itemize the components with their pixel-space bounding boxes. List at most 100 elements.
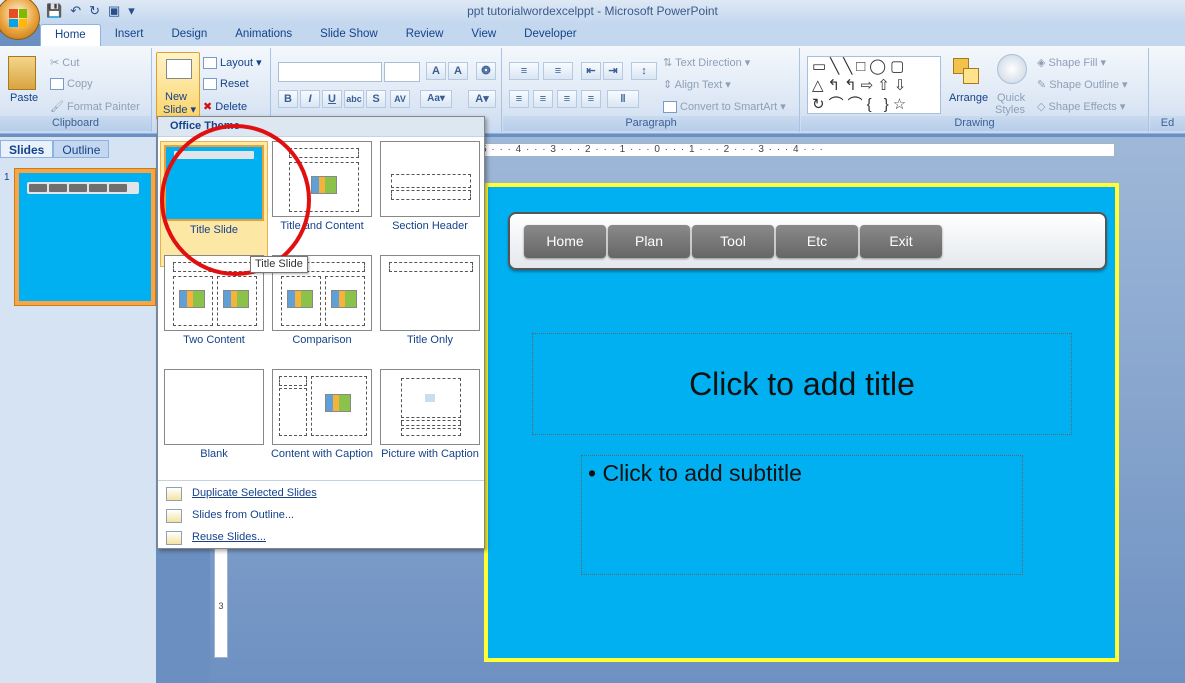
font-size-combo[interactable] <box>384 62 420 82</box>
tab-outline[interactable]: Outline <box>53 140 110 158</box>
align-left-icon[interactable]: ≡ <box>509 90 529 108</box>
slide-thumbnail-preview <box>19 173 151 301</box>
bullets-icon[interactable]: ≡ <box>509 62 539 80</box>
layout-button[interactable]: Layout ▾ <box>203 56 262 70</box>
paste-button[interactable]: Paste <box>10 92 38 104</box>
new-slide-button[interactable]: New Slide ▾ <box>156 52 200 120</box>
line-spacing-icon[interactable]: ↕ <box>631 62 657 80</box>
paragraph-group-label: Paragraph <box>503 116 799 131</box>
nav-home-button[interactable]: Home <box>524 225 606 258</box>
align-text-button[interactable]: ⇕ Align Text ▾ <box>663 78 731 91</box>
text-direction-icon: ⇅ <box>663 57 676 69</box>
nav-etc-button[interactable]: Etc <box>776 225 858 258</box>
tab-slides[interactable]: Slides <box>0 140 54 158</box>
layout-preview <box>164 255 264 331</box>
subtitle-placeholder[interactable]: • Click to add subtitle <box>581 455 1023 575</box>
strikethrough-icon[interactable]: abc <box>344 90 364 108</box>
layout-blank[interactable]: Blank <box>160 369 268 460</box>
paint-bucket-icon: ◈ <box>1037 57 1049 69</box>
window-title: ppt tutorialwordexcelppt - Microsoft Pow… <box>467 4 718 18</box>
align-right-icon[interactable]: ≡ <box>557 90 577 108</box>
numbering-icon[interactable]: ≡ <box>543 62 573 80</box>
editing-group-label: Ed <box>1150 116 1185 131</box>
shape-outline-button[interactable]: ✎ Shape Outline ▾ <box>1037 78 1128 91</box>
tab-view[interactable]: View <box>457 24 510 46</box>
bold-icon[interactable]: B <box>278 90 298 108</box>
reset-icon <box>203 78 217 91</box>
tab-developer[interactable]: Developer <box>510 24 590 46</box>
shape-fill-button[interactable]: ◈ Shape Fill ▾ <box>1037 56 1106 69</box>
drawing-group-label: Drawing <box>801 116 1148 131</box>
clear-formatting-icon[interactable]: ❂ <box>476 62 496 80</box>
nav-exit-button[interactable]: Exit <box>860 225 942 258</box>
align-center-icon[interactable]: ≡ <box>533 90 553 108</box>
layout-content-with-caption[interactable]: Content with Caption <box>268 369 376 460</box>
shape-effects-button[interactable]: ◇ Shape Effects ▾ <box>1037 100 1125 113</box>
text-direction-button[interactable]: ⇅ Text Direction ▾ <box>663 56 750 69</box>
change-case-icon[interactable]: Aa▾ <box>420 90 452 108</box>
font-name-combo[interactable] <box>278 62 382 82</box>
convert-smartart-button[interactable]: Convert to SmartArt ▾ <box>663 100 786 114</box>
new-slide-label-1: New <box>165 91 188 103</box>
thumbnail-navbar <box>27 182 139 194</box>
format-painter-button[interactable]: 🖌 Format Painter <box>50 100 140 113</box>
underline-icon[interactable]: U <box>322 90 342 108</box>
arrange-icon[interactable] <box>949 56 985 90</box>
italic-icon[interactable]: I <box>300 90 320 108</box>
title-placeholder[interactable]: Click to add title <box>532 333 1072 435</box>
reuse-slides-menu-item[interactable]: Reuse Slides... <box>158 527 484 549</box>
delete-button[interactable]: ✖ Delete <box>203 100 247 113</box>
arrange-button[interactable]: Arrange <box>949 92 988 104</box>
shrink-font-icon[interactable]: A <box>448 62 468 80</box>
cut-button[interactable]: ✂ Cut <box>50 56 79 69</box>
layout-label: Content with Caption <box>270 448 374 460</box>
nav-plan-button[interactable]: Plan <box>608 225 690 258</box>
layout-title-and-content[interactable]: Title and Content <box>268 141 376 232</box>
quick-styles-label-2[interactable]: Styles <box>995 104 1025 116</box>
scissors-icon: ✂ <box>50 57 63 69</box>
tab-home[interactable]: Home <box>40 24 101 47</box>
char-spacing-icon[interactable]: AV <box>390 90 410 108</box>
tab-insert[interactable]: Insert <box>101 24 158 46</box>
copy-button[interactable]: Copy <box>50 78 93 91</box>
slide-thumbnail[interactable] <box>14 168 156 306</box>
increase-indent-icon[interactable]: ⇥ <box>603 62 623 80</box>
grow-font-icon[interactable]: A <box>426 62 446 80</box>
office-logo-icon <box>9 9 27 27</box>
layout-preview <box>380 369 480 445</box>
decrease-indent-icon[interactable]: ⇤ <box>581 62 601 80</box>
new-slide-dropdown: Office Theme Title Slide Title and Conte… <box>157 116 485 549</box>
nav-tool-button[interactable]: Tool <box>692 225 774 258</box>
paste-icon[interactable] <box>8 56 36 90</box>
reset-button[interactable]: Reset <box>203 78 249 91</box>
tab-design[interactable]: Design <box>157 24 221 46</box>
layout-label: Blank <box>200 448 228 460</box>
layout-section-header[interactable]: Section Header <box>376 141 484 232</box>
duplicate-slides-menu-item[interactable]: Duplicate Selected Slides <box>158 483 484 505</box>
shapes-gallery[interactable]: ▭╲╲□◯▢ △↰↰⇨⇧⇩ ↻⌒⌒{ }☆ <box>807 56 941 114</box>
tab-animations[interactable]: Animations <box>221 24 306 46</box>
vertical-ruler: 3 <box>214 530 228 658</box>
quick-styles-label-1[interactable]: Quick <box>997 92 1025 104</box>
slides-from-outline-menu-item[interactable]: Slides from Outline... <box>158 505 484 527</box>
layout-label: Two Content <box>183 334 245 346</box>
layout-picture-with-caption[interactable]: Picture with Caption <box>376 369 484 460</box>
layout-title-slide[interactable]: Title Slide <box>160 141 268 267</box>
layout-preview <box>272 141 372 217</box>
justify-icon[interactable]: ≡ <box>581 90 601 108</box>
pen-icon: ✎ <box>1037 79 1050 91</box>
tooltip: Title Slide <box>250 256 308 273</box>
tab-slide-show[interactable]: Slide Show <box>306 24 392 46</box>
columns-icon[interactable]: ‖ <box>607 90 639 108</box>
tab-review[interactable]: Review <box>392 24 458 46</box>
quick-styles-icon[interactable] <box>997 54 1027 84</box>
subtitle-text: Click to add subtitle <box>602 460 802 486</box>
layout-title-only[interactable]: Title Only <box>376 255 484 346</box>
font-color-icon[interactable]: A▾ <box>468 90 496 108</box>
align-text-icon: ⇕ <box>663 79 675 91</box>
shadow-icon[interactable]: S <box>366 90 386 108</box>
layout-label: Title Only <box>406 334 454 346</box>
layout-label: Title and Content <box>280 220 364 232</box>
office-button[interactable] <box>0 0 40 40</box>
copy-icon <box>50 78 64 91</box>
